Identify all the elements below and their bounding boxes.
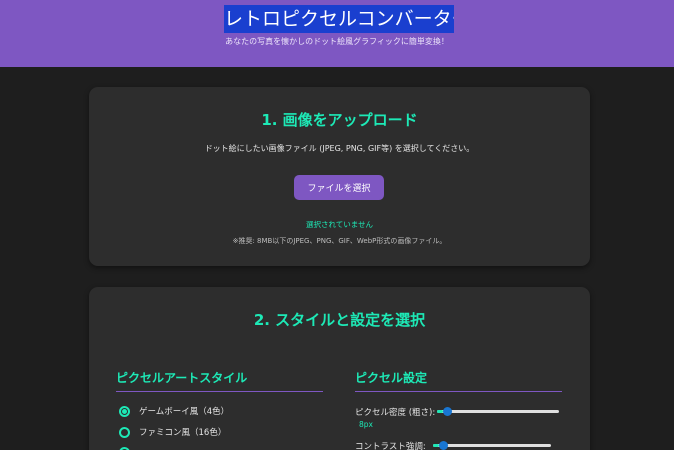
contrast-slider[interactable] bbox=[433, 441, 551, 450]
radio-icon[interactable] bbox=[119, 426, 130, 438]
style-heading: ピクセルアートスタイル bbox=[116, 371, 248, 385]
pixel-settings-heading: ピクセル設定 bbox=[355, 371, 428, 385]
upload-description: ドット絵にしたい画像ファイル (JPEG, PNG, GIF等) を選択してくだ… bbox=[204, 144, 475, 153]
choose-file-button[interactable]: ファイルを選択 bbox=[294, 175, 384, 200]
style-divider bbox=[116, 391, 323, 392]
app-title: レトロピクセルコンバーター bbox=[224, 5, 454, 33]
upload-card: 1. 画像をアップロード ドット絵にしたい画像ファイル (JPEG, PNG, … bbox=[89, 87, 590, 266]
style-option-label: ファミコン風（16色） bbox=[139, 428, 227, 438]
settings-card: 2. スタイルと設定を選択 ピクセルアートスタイル ゲームボーイ風（4色） ファ… bbox=[89, 287, 590, 450]
pixel-settings-divider bbox=[355, 391, 562, 392]
style-option-label: ゲームボーイ風（4色） bbox=[139, 407, 230, 417]
contrast-slider-thumb[interactable] bbox=[439, 441, 448, 450]
density-slider[interactable] bbox=[437, 407, 559, 416]
style-option-famicom[interactable]: ファミコン風（16色） bbox=[119, 426, 226, 438]
app-header: レトロピクセルコンバーター あなたの写真を懐かしのドット絵風グラフィックに簡単変… bbox=[0, 0, 674, 67]
density-label: ピクセル密度 (粗さ): bbox=[355, 408, 436, 418]
density-value: 8px bbox=[359, 420, 373, 429]
style-option-gameboy[interactable]: ゲームボーイ風（4色） bbox=[119, 405, 229, 417]
upload-section-title: 1. 画像をアップロード bbox=[261, 111, 418, 129]
contrast-label: コントラスト強調: bbox=[355, 442, 426, 450]
file-status: 選択されていません bbox=[305, 220, 374, 229]
density-slider-thumb[interactable] bbox=[443, 407, 452, 416]
app-subtitle: あなたの写真を懐かしのドット絵風グラフィックに簡単変換！ bbox=[225, 37, 449, 46]
upload-hint: ※推奨: 8MB以下のJPEG、PNG、GIF、WebP形式の画像ファイル。 bbox=[232, 237, 447, 245]
radio-selected-icon[interactable] bbox=[119, 405, 130, 417]
settings-section-title: 2. スタイルと設定を選択 bbox=[253, 311, 426, 329]
